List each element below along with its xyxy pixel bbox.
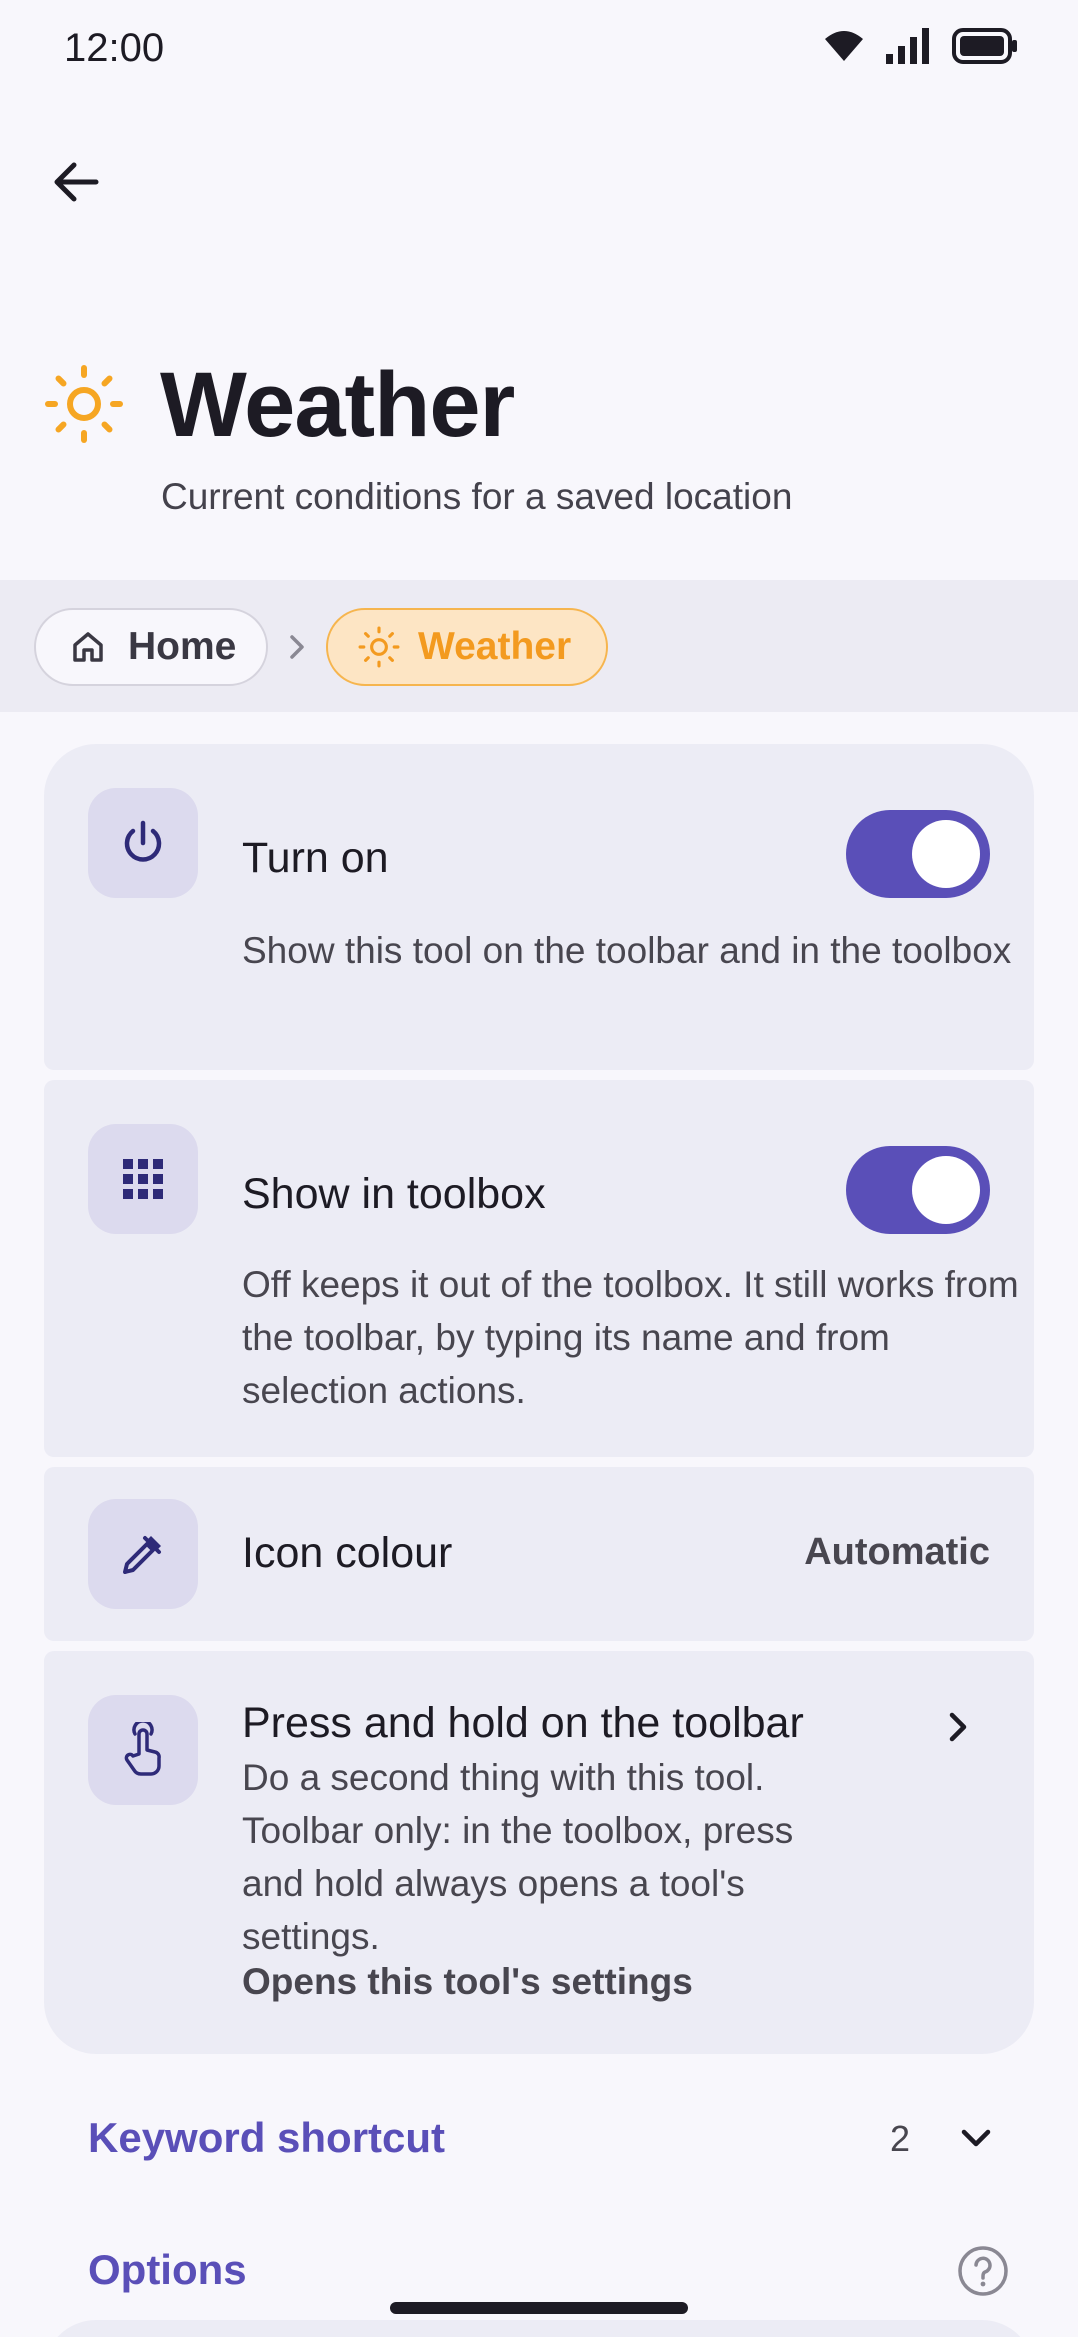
turn-on-switch[interactable] <box>846 810 990 898</box>
switch-knob <box>912 820 980 888</box>
status-icons <box>824 28 1018 64</box>
breadcrumb: Home Weather <box>0 580 1078 712</box>
turn-on-title: Turn on <box>242 834 389 882</box>
turn-on-description: Show this tool on the toolbar and in the… <box>242 930 1012 971</box>
switch-knob <box>912 1156 980 1224</box>
icon-colour-value: Automatic <box>804 1531 990 1573</box>
breadcrumb-home-label: Home <box>128 625 237 668</box>
icon-colour-title: Icon colour <box>242 1529 453 1577</box>
arrow-left-icon <box>54 162 99 202</box>
options-card <box>44 2320 1034 2337</box>
page-title: Weather <box>160 354 515 456</box>
icon-colour-icon-box <box>88 1499 198 1609</box>
chevron-down-icon[interactable] <box>954 2116 998 2160</box>
breadcrumb-weather-label: Weather <box>418 625 572 668</box>
home-indicator[interactable] <box>390 2302 688 2314</box>
eyedropper-icon <box>123 1536 161 1574</box>
icon-colour-setting[interactable]: Icon colour Automatic <box>44 1467 1034 1641</box>
home-icon <box>73 632 103 662</box>
press-and-hold-setting[interactable]: Press and hold on the toolbar Do a secon… <box>44 1651 1034 2054</box>
back-button[interactable] <box>40 146 112 218</box>
status-time: 12:00 <box>64 26 165 70</box>
sun-icon <box>45 365 123 443</box>
chevron-right-icon <box>949 1712 967 1742</box>
grid-icon <box>123 1159 163 1199</box>
show-in-toolbox-switch[interactable] <box>846 1146 990 1234</box>
chevron-right-icon <box>290 635 304 659</box>
show-in-toolbox-description: Off keeps it out of the toolbox. It stil… <box>242 1264 1019 1411</box>
turn-on-icon-box <box>88 788 198 898</box>
keyword-shortcut-count: 2 <box>889 2118 910 2159</box>
power-icon <box>124 820 162 862</box>
touch-hand-icon <box>124 1722 161 1776</box>
keyword-shortcut-header[interactable]: Keyword shortcut <box>88 2114 445 2162</box>
breadcrumb-home-chip[interactable]: Home <box>34 608 268 686</box>
show-in-toolbox-title: Show in toolbox <box>242 1170 546 1218</box>
turn-on-setting[interactable]: Turn on Show this tool on the toolbar an… <box>44 744 1034 1070</box>
page-subtitle: Current conditions for a saved location <box>161 476 793 517</box>
press-and-hold-title: Press and hold on the toolbar <box>242 1699 804 1747</box>
wifi-icon <box>825 31 863 61</box>
press-and-hold-icon-box <box>88 1695 198 1805</box>
options-header: Options <box>88 2246 247 2293</box>
tool-settings-screen: 12:00 Weather Current conditions for a s… <box>0 0 1078 2337</box>
press-and-hold-value: Opens this tool's settings <box>242 1961 693 2002</box>
breadcrumb-weather-chip[interactable]: Weather <box>326 608 608 686</box>
battery-icon <box>952 28 1017 64</box>
press-and-hold-description: Do a second thing with this tool. Toolba… <box>242 1757 794 1957</box>
help-circle-icon[interactable] <box>956 2244 1010 2298</box>
cellular-signal-icon <box>886 28 929 64</box>
show-in-toolbox-icon-box <box>88 1124 198 1234</box>
sun-icon <box>358 626 400 668</box>
show-in-toolbox-setting[interactable]: Show in toolbox Off keeps it out of the … <box>44 1080 1034 1457</box>
status-bar: 12:00 <box>0 0 1078 96</box>
